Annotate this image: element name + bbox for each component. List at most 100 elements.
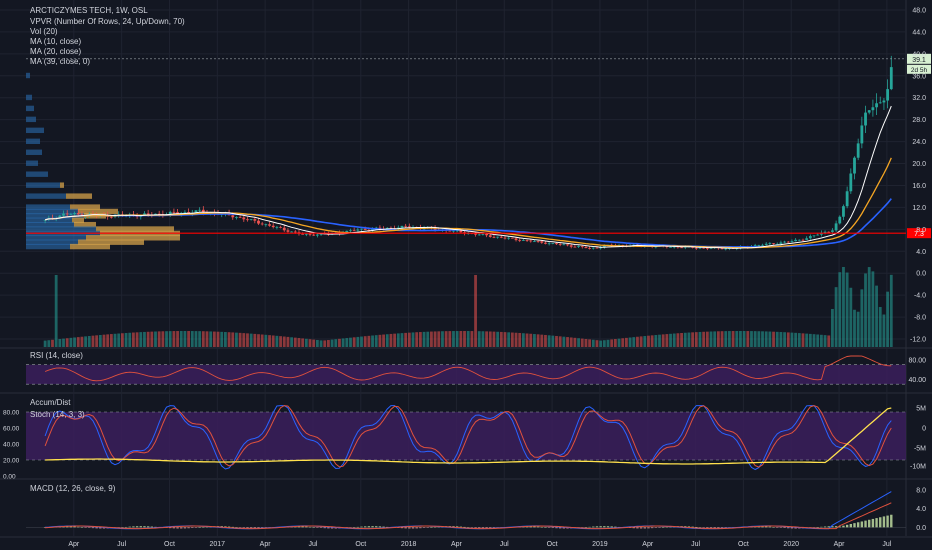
macd-hist-bar bbox=[868, 519, 871, 528]
volume-bar bbox=[849, 287, 853, 347]
volume-bar bbox=[503, 332, 507, 347]
accum-dist-tick-label: -5M bbox=[914, 446, 926, 453]
volume-bar bbox=[194, 331, 198, 347]
candle-body bbox=[786, 241, 790, 243]
candle-body bbox=[529, 240, 533, 242]
volume-bar bbox=[816, 334, 820, 347]
volume-bar bbox=[886, 291, 890, 347]
macd-hist-bar bbox=[430, 527, 433, 528]
volume-bar bbox=[499, 331, 503, 347]
candle-body bbox=[352, 230, 356, 232]
axes: Apr Jul Oct 2017 Apr Jul Oct 2018 Apr Jul Oct 2019 A… bbox=[3, 8, 926, 549]
candle-body bbox=[886, 89, 890, 101]
candle-body bbox=[834, 223, 838, 231]
volume-bar bbox=[573, 337, 577, 347]
macd-hist-bar bbox=[478, 527, 481, 529]
volume-bar bbox=[227, 332, 231, 347]
volume-bar bbox=[669, 333, 672, 347]
macd-hist-bar bbox=[779, 527, 783, 528]
macd-tick-label: 8.0 bbox=[916, 488, 926, 495]
volume-bar bbox=[352, 337, 356, 347]
volume-bar bbox=[867, 267, 871, 347]
volume-bar bbox=[779, 332, 783, 347]
volume-bar bbox=[584, 338, 588, 347]
candle-body bbox=[521, 240, 525, 241]
macd-hist-bar bbox=[246, 527, 249, 529]
volume-bar bbox=[636, 336, 639, 347]
volume-bar bbox=[551, 335, 555, 347]
volume-bar bbox=[411, 332, 415, 347]
volume-bar bbox=[547, 335, 551, 347]
macd-hist-bar bbox=[176, 527, 179, 529]
volume-bar bbox=[452, 331, 455, 347]
volume-bar bbox=[393, 333, 397, 347]
vpvr-bar-up bbox=[26, 160, 38, 166]
candle-body bbox=[853, 157, 856, 174]
macd-hist-bar bbox=[363, 526, 367, 528]
candle-body bbox=[831, 230, 834, 232]
candle-body bbox=[62, 213, 65, 216]
macd-hist-bar bbox=[588, 526, 591, 528]
price-tick-label: 36.0 bbox=[912, 73, 926, 80]
candle-body bbox=[172, 211, 176, 213]
volume-bar bbox=[260, 334, 264, 347]
macd-hist-bar bbox=[327, 527, 330, 529]
x-tick-label: 2017 bbox=[210, 541, 226, 548]
candle-body bbox=[268, 224, 271, 226]
volume-bar bbox=[661, 334, 665, 347]
macd-hist-bar bbox=[890, 514, 893, 528]
volume-bar bbox=[426, 331, 430, 347]
candle-body bbox=[669, 246, 672, 248]
candle-body bbox=[580, 246, 584, 248]
volume-bar bbox=[477, 331, 481, 347]
macd-hist-bar bbox=[360, 526, 363, 528]
candle-body bbox=[856, 143, 860, 158]
macd-hist-bar bbox=[139, 526, 142, 528]
macd-hist-bar bbox=[776, 527, 779, 528]
volume-bar bbox=[113, 333, 117, 347]
volume-bar bbox=[179, 331, 183, 347]
candle-body bbox=[481, 233, 485, 235]
candle-body bbox=[488, 235, 492, 237]
macd-hist-bar bbox=[84, 527, 87, 528]
candle-body bbox=[783, 241, 786, 243]
volume-bar bbox=[672, 333, 676, 347]
volume-bar bbox=[367, 335, 371, 347]
candle-body bbox=[805, 238, 809, 240]
candle-body bbox=[514, 238, 518, 241]
volume-bar bbox=[474, 275, 477, 347]
volume-bar bbox=[183, 331, 187, 347]
volume-bar bbox=[761, 331, 764, 347]
macd-hist-bar bbox=[378, 526, 382, 528]
volume-bar bbox=[279, 336, 282, 347]
candle-body bbox=[235, 216, 238, 218]
price-tick-label: 4.0 bbox=[916, 249, 926, 256]
volume-bar bbox=[665, 334, 669, 347]
volume-bar bbox=[407, 332, 411, 347]
volume-bar bbox=[293, 337, 297, 347]
candle-body bbox=[849, 173, 853, 192]
stoch-tick-label: 0.00 bbox=[3, 474, 16, 481]
macd-hist-bar bbox=[864, 520, 867, 528]
volume-bar bbox=[73, 337, 76, 347]
volume-bar bbox=[735, 331, 739, 347]
candle-body bbox=[595, 247, 599, 249]
stock-chart[interactable]: 7.339.12d 5h Apr Jul Oct 2017 Apr Jul Oct 2018 A… bbox=[0, 0, 932, 550]
candle-body bbox=[680, 247, 683, 249]
vpvr-bar-up bbox=[26, 94, 32, 101]
volume-bar bbox=[720, 331, 724, 347]
macd-hist-bar bbox=[823, 526, 827, 528]
candle-body bbox=[507, 237, 511, 239]
macd-hist-bar bbox=[143, 526, 146, 528]
macd-hist-bar bbox=[595, 526, 599, 528]
candle-body bbox=[308, 233, 312, 235]
volume-bar bbox=[165, 331, 168, 347]
volume-bar bbox=[433, 331, 437, 347]
volume-bar bbox=[746, 331, 750, 347]
macd-hist-bar bbox=[702, 527, 705, 528]
macd-hist-bar bbox=[404, 527, 407, 529]
volume-bar bbox=[801, 333, 805, 347]
volume-bar bbox=[591, 339, 595, 347]
volume-bar bbox=[374, 335, 378, 347]
macd-hist-bar bbox=[426, 527, 429, 528]
